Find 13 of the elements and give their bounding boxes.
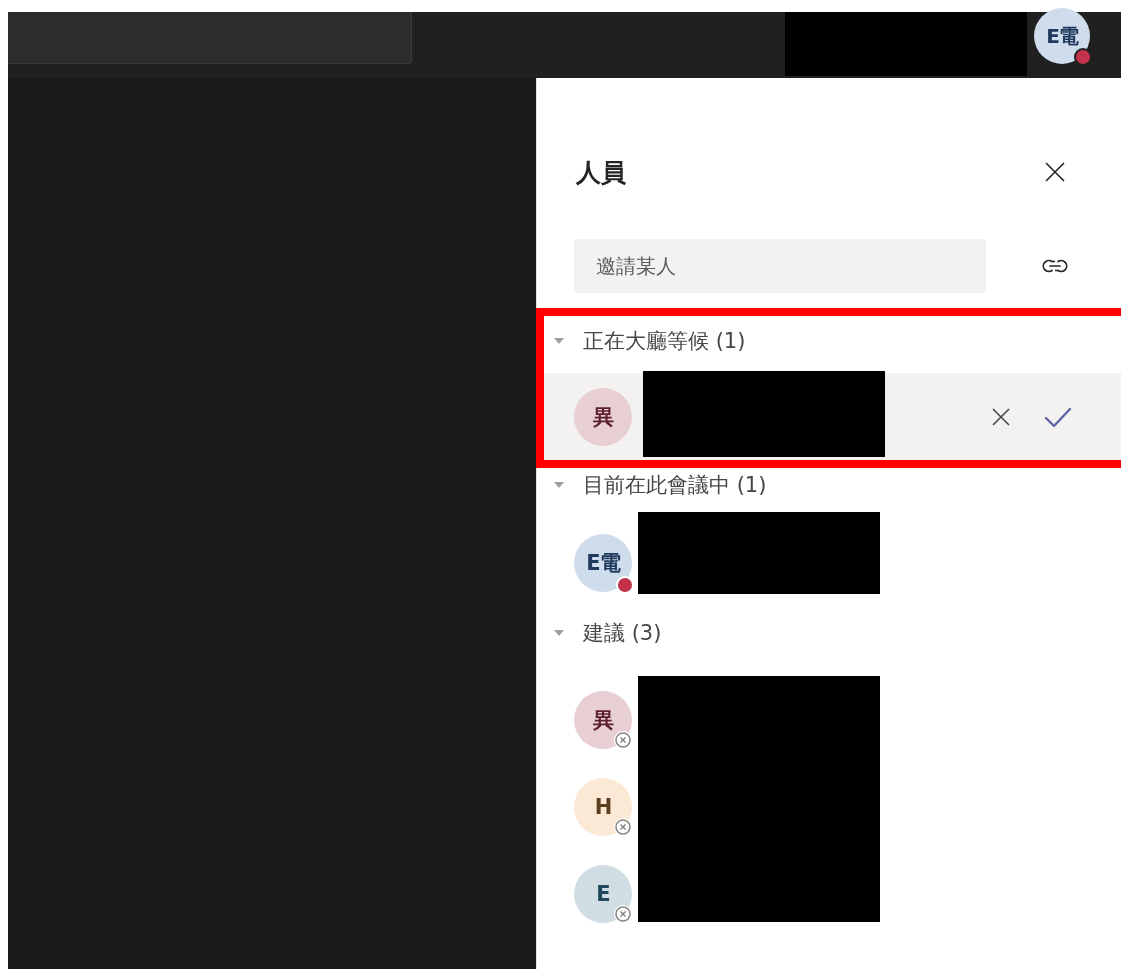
section-title[interactable]: 建議 (3) — [583, 619, 662, 647]
avatar: H — [574, 777, 632, 836]
avatar: E電 — [1034, 8, 1090, 64]
panel-title: 人員 — [576, 156, 627, 189]
check-icon — [1044, 405, 1072, 428]
section-title[interactable]: 目前在此會議中 (1) — [583, 471, 767, 499]
avatar: 異 — [574, 690, 632, 749]
x-icon — [991, 406, 1011, 427]
avatar: E電 — [574, 533, 632, 592]
section-title[interactable]: 正在大廳等候 (1) — [583, 327, 746, 355]
avatar: 異 — [574, 387, 632, 446]
invite-field[interactable]: 邀請某人 — [574, 239, 986, 293]
avatar: E — [574, 864, 632, 923]
